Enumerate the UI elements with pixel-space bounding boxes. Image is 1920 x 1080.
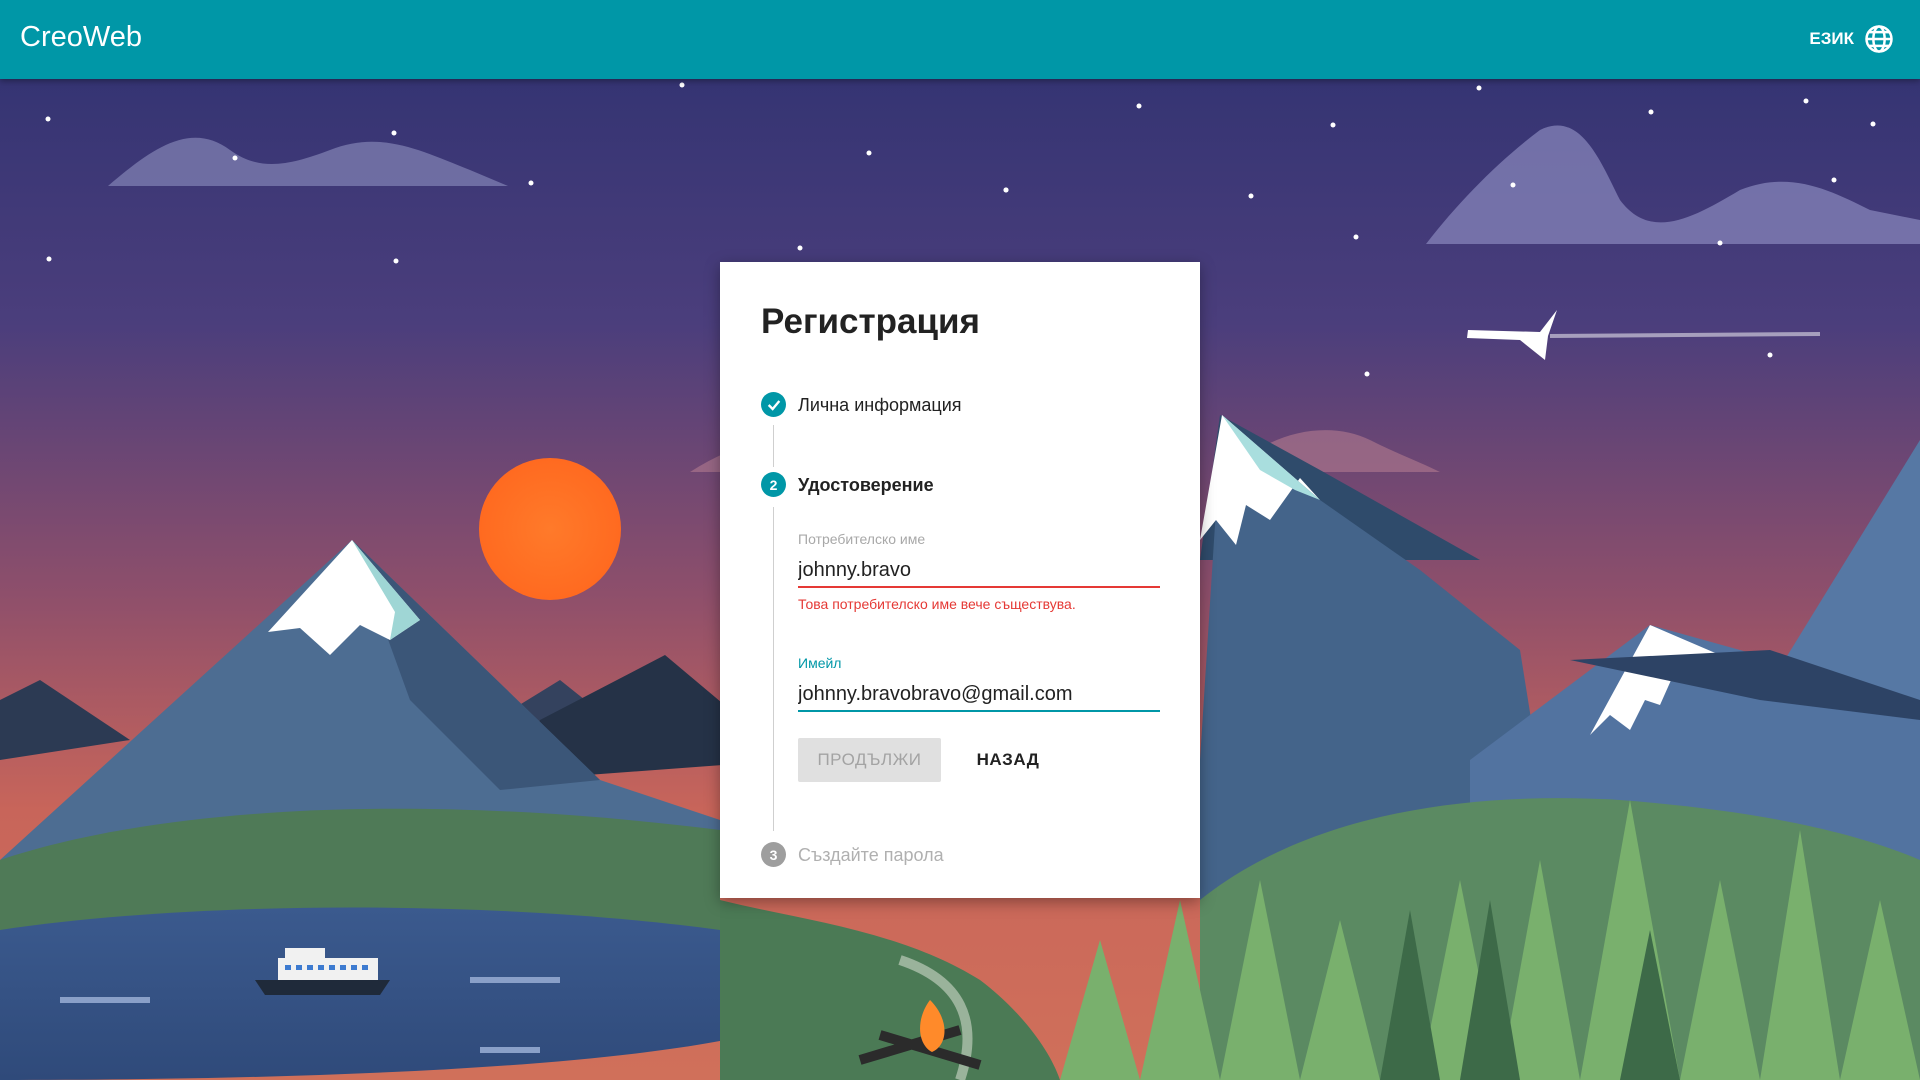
back-button[interactable]: НАЗАД [956, 738, 1060, 782]
globe-icon [1865, 25, 1893, 53]
email-label: Имейл [798, 655, 842, 671]
language-selector[interactable]: ЕЗИК [1809, 24, 1894, 54]
step-2-label[interactable]: Удостоверение [798, 475, 934, 496]
card-title: Регистрация [761, 302, 980, 341]
registration-card: Регистрация Лична информация 2 Удостовер… [720, 262, 1200, 898]
email-input[interactable] [798, 677, 1160, 711]
step-connector [773, 425, 774, 467]
email-underline [798, 710, 1160, 712]
app-header: CreoWeb ЕЗИК [0, 0, 1920, 79]
step-3-number: 3 [761, 842, 786, 867]
step-3-label[interactable]: Създайте парола [798, 845, 944, 866]
continue-button[interactable]: ПРОДЪЛЖИ [798, 738, 941, 782]
brand-logo[interactable]: CreoWeb [20, 21, 142, 54]
step-2-number: 2 [761, 472, 786, 497]
username-error-message: Това потребителско име вече съществува. [798, 596, 1076, 612]
language-label: ЕЗИК [1809, 29, 1854, 48]
step-1-label[interactable]: Лична информация [798, 395, 962, 416]
step-2-content-line [773, 507, 774, 831]
step-1-check-icon [761, 392, 786, 417]
username-input[interactable] [798, 553, 1160, 587]
username-label: Потребителско име [798, 531, 926, 547]
username-underline [798, 586, 1160, 588]
